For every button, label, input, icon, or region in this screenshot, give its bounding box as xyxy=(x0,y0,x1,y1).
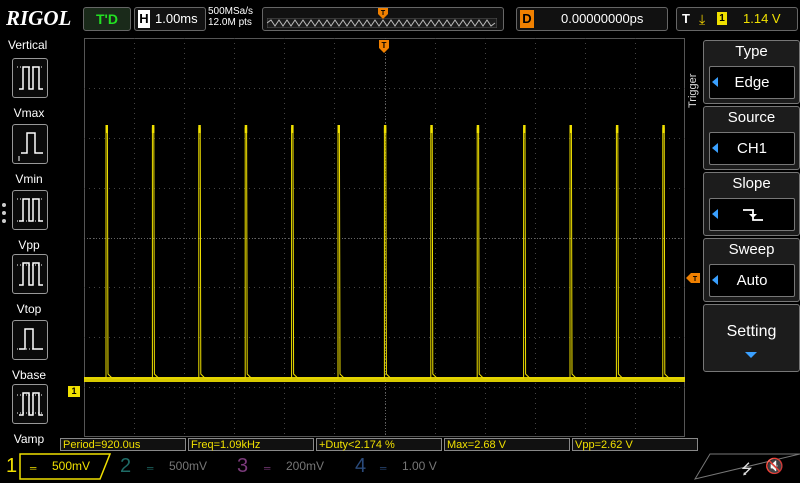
channel-3-tab[interactable]: 3 ═ 200mV xyxy=(232,453,344,480)
timebase-box[interactable]: H 1.00ms xyxy=(134,7,206,31)
menu-type-title: Type xyxy=(735,43,768,60)
vpp-label: Vpp xyxy=(18,238,40,252)
svg-text:T: T xyxy=(381,10,386,17)
result-max: Max=2.68 V xyxy=(444,438,570,451)
vmax-label: Vmax xyxy=(13,106,45,120)
dc-coupling-icon: ═ xyxy=(30,463,37,473)
channel-4-scale: 1.00 V xyxy=(402,459,437,473)
menu-sweep-title: Sweep xyxy=(728,241,775,258)
trigger-level: 1.14 V xyxy=(743,11,781,26)
top-status-bar: RIGOL T'D H 1.00ms 500MSa/s 12.0M pts T … xyxy=(0,0,800,38)
vmin-label: Vmin xyxy=(15,172,43,186)
memory-waveform-preview xyxy=(267,18,497,28)
acquisition-info: 500MSa/s 12.0M pts xyxy=(208,6,253,28)
measure-vmax-button[interactable]: Vmax xyxy=(12,58,52,120)
channel-4-tab[interactable]: 4 ═ 1.00 V xyxy=(350,453,462,480)
result-frequency: Freq=1.09kHz xyxy=(188,438,314,451)
channel-2-scale: 500mV xyxy=(169,459,208,473)
result-vpp: Vpp=2.62 V xyxy=(572,438,698,451)
rigol-logo: RIGOL xyxy=(6,6,72,30)
left-arrow-icon xyxy=(712,209,718,219)
channel-3-number: 3 xyxy=(237,455,249,477)
speaker-muted-icon[interactable]: 🔇 xyxy=(765,457,784,475)
delay-value: 0.00000000ps xyxy=(561,11,644,26)
menu-source-title: Source xyxy=(727,109,776,126)
result-duty: +Duty<2.174 % xyxy=(316,438,442,451)
vamp-icon xyxy=(12,384,48,424)
falling-edge-icon: ⤓ xyxy=(699,11,706,27)
result-period: Period=920.0us xyxy=(60,438,186,451)
channel-1-number: 1 xyxy=(6,455,18,477)
sample-rate: 500MSa/s xyxy=(208,6,254,17)
dc-coupling-icon: ═ xyxy=(147,463,154,473)
ch1-offset-marker[interactable]: 1 xyxy=(68,386,80,397)
menu-source[interactable]: Source CH1 xyxy=(703,106,800,170)
channel-1-tab[interactable]: 1 ═ 500mV xyxy=(0,453,112,480)
menu-setting-button[interactable]: Setting xyxy=(703,304,800,372)
run-status-indicator[interactable]: T'D xyxy=(83,7,131,31)
vamp-label: Vamp xyxy=(13,432,45,446)
delay-letter: D xyxy=(520,10,534,28)
menu-type-value: Edge xyxy=(734,74,770,91)
memory-position-bar[interactable]: T xyxy=(262,7,504,31)
trigger-box[interactable]: T ⤓ 1 1.14 V xyxy=(676,7,798,31)
vmax-icon xyxy=(12,58,48,98)
menu-setting-label: Setting xyxy=(726,323,777,340)
menu-slope-title: Slope xyxy=(732,175,771,192)
channel-2-number: 2 xyxy=(120,455,132,477)
channel-3-scale: 200mV xyxy=(286,459,325,473)
down-arrow-icon xyxy=(745,352,757,358)
trigger-menu: Type Edge Source CH1 Slope Sweep Auto Se… xyxy=(703,38,800,440)
measure-vamp-button[interactable]: Vamp xyxy=(12,384,52,446)
vtop-label: Vtop xyxy=(16,302,42,316)
menu-source-value: CH1 xyxy=(736,140,767,157)
delay-box[interactable]: D 0.00000000ps xyxy=(516,7,668,31)
svg-text:T: T xyxy=(382,41,387,50)
timebase-letter: H xyxy=(138,10,150,28)
vmin-icon xyxy=(12,124,48,164)
measure-vbase-button[interactable]: Vbase xyxy=(12,320,52,382)
dc-coupling-icon: ═ xyxy=(380,463,387,473)
memory-trigger-marker-icon: T xyxy=(378,8,388,19)
waveform-display[interactable]: T xyxy=(84,38,685,437)
vbase-icon xyxy=(12,320,48,360)
channel-1-scale: 500mV xyxy=(52,459,91,473)
measurement-results: Period=920.0us Freq=1.09kHz +Duty<2.174 … xyxy=(60,438,700,452)
usb-icon: ⭍ xyxy=(741,461,753,477)
vpp-icon xyxy=(12,190,48,230)
menu-sweep[interactable]: Sweep Auto xyxy=(703,238,800,302)
measure-vmin-button[interactable]: Vmin xyxy=(12,124,52,186)
menu-sweep-value-box[interactable]: Auto xyxy=(709,264,795,297)
measurement-panel: Vertical Vmax Vmin Vpp Vtop Vbase Vamp xyxy=(0,38,58,446)
measure-vpp-button[interactable]: Vpp xyxy=(12,190,52,252)
timebase-value: 1.00ms xyxy=(155,11,198,26)
vbase-label: Vbase xyxy=(11,368,47,382)
trigger-channel-badge: 1 xyxy=(717,12,727,25)
menu-type-value-box[interactable]: Edge xyxy=(709,66,795,99)
vtop-icon xyxy=(12,254,48,294)
menu-type[interactable]: Type Edge xyxy=(703,40,800,104)
falling-edge-slope-icon xyxy=(743,209,763,221)
memory-depth: 12.0M pts xyxy=(208,17,252,28)
menu-sweep-value: Auto xyxy=(736,272,768,289)
menu-slope[interactable]: Slope xyxy=(703,172,800,236)
measure-vtop-button[interactable]: Vtop xyxy=(12,254,52,316)
page-dots xyxy=(2,203,6,227)
menu-slope-value-box[interactable] xyxy=(709,198,795,231)
channel-4-number: 4 xyxy=(355,455,367,477)
menu-side-label: Trigger xyxy=(687,73,699,108)
menu-source-value-box[interactable]: CH1 xyxy=(709,132,795,165)
measurement-category: Vertical xyxy=(8,38,48,52)
channel-bar: 1 ═ 500mV 2 ═ 500mV 3 ═ 200mV 4 ═ 1.00 V… xyxy=(0,453,800,480)
trigger-letter: T xyxy=(682,11,690,26)
channel-2-tab[interactable]: 2 ═ 500mV xyxy=(115,453,227,480)
dc-coupling-icon: ═ xyxy=(264,463,271,473)
trigger-level-marker-icon[interactable]: T xyxy=(686,273,700,283)
svg-text:T: T xyxy=(693,276,698,283)
